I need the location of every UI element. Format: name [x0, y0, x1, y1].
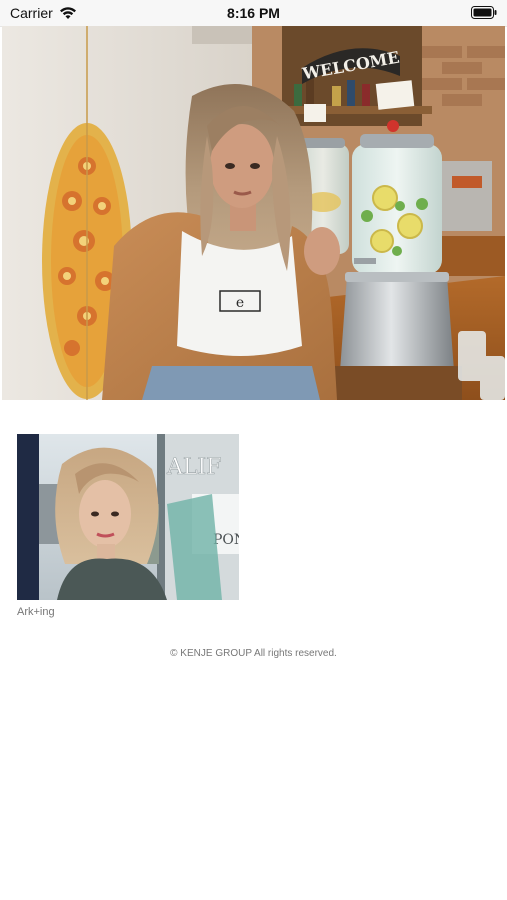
- svg-text:PON: PON: [213, 532, 239, 548]
- salon-name[interactable]: Ark+ing: [17, 606, 239, 618]
- salon-thumbnail[interactable]: ALIF PON: [17, 434, 239, 600]
- hero-image: WELCOME e: [2, 26, 505, 400]
- svg-text:ALIF: ALIF: [166, 455, 221, 480]
- battery-icon: [471, 6, 497, 19]
- svg-text:e: e: [236, 295, 244, 311]
- status-time: 8:16 PM: [227, 5, 280, 21]
- status-bar: Carrier 8:16 PM: [0, 0, 507, 27]
- salon-card[interactable]: ALIF PON Ark+ing: [17, 434, 239, 618]
- footer-copyright: © KENJE GROUP All rights reserved.: [170, 648, 337, 659]
